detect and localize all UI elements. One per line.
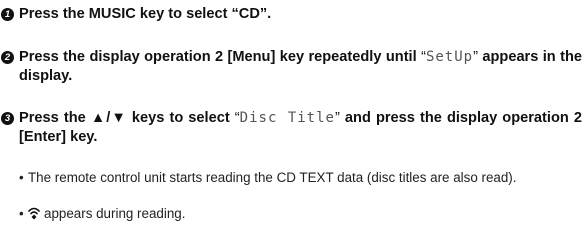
note-text-2: appears during reading.	[44, 206, 186, 221]
note-bullet-2: • appears during reading.	[19, 205, 582, 223]
display-text-disc-title: Disc Title	[239, 110, 335, 126]
step-1: 1 Press the MUSIC key to select “CD”.	[1, 5, 582, 24]
bullet-dot: •	[19, 170, 24, 185]
instruction-page: 1 Press the MUSIC key to select “CD”. 2 …	[0, 0, 584, 243]
step-1-text: Press the MUSIC key to select “CD”.	[19, 6, 272, 22]
step-3-text-before: Press the ▲/▼ keys to select	[19, 110, 235, 126]
step-3: 3 Press the ▲/▼ keys to select “Disc Tit…	[1, 109, 582, 146]
step-number-1: 1	[1, 7, 14, 21]
reception-icon	[28, 207, 40, 220]
bullet-dot: •	[19, 206, 24, 221]
note-bullet-1: • The remote control unit starts reading…	[19, 169, 582, 187]
note-text-1: The remote control unit starts reading t…	[28, 170, 517, 185]
display-text-setup: SetUp	[425, 49, 474, 65]
step-number-3: 3	[1, 111, 14, 125]
step-number-2: 2	[1, 50, 14, 64]
step-2-text-before: Press the display operation 2 [Menu] key…	[19, 49, 422, 65]
step-2: 2 Press the display operation 2 [Menu] k…	[1, 48, 582, 85]
